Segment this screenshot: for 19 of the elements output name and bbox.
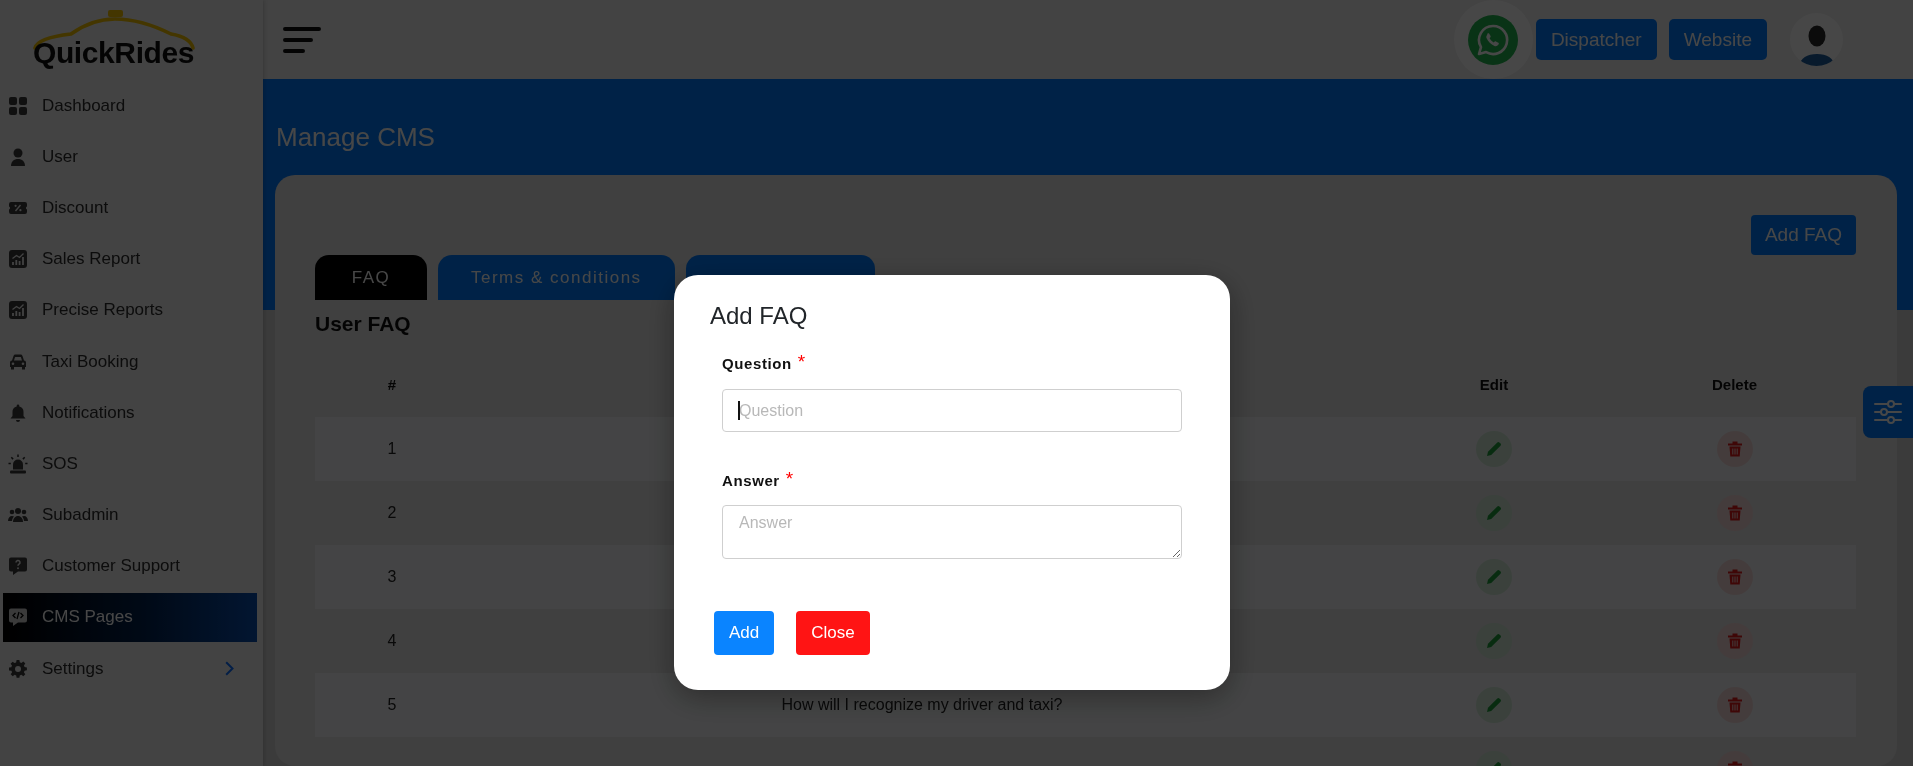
required-mark: *	[797, 352, 806, 371]
modal-title: Add FAQ	[710, 301, 808, 331]
field-label: Question	[722, 354, 792, 374]
field-label: Answer	[722, 471, 780, 491]
section-title: User FAQ	[315, 311, 411, 337]
close-button[interactable]: Close	[796, 611, 870, 655]
column-header: Edit	[1479, 376, 1509, 393]
table-cell: 5	[387, 696, 397, 714]
add-button[interactable]: Add	[714, 611, 775, 655]
table-cell: 1	[387, 440, 397, 458]
required-mark: *	[785, 469, 794, 488]
page-title: Manage CMS	[276, 124, 435, 150]
column-header: Delete	[1712, 376, 1757, 393]
column-header: #	[387, 376, 397, 393]
table-cell: 3	[387, 568, 397, 586]
question-field[interactable]: Question	[722, 389, 1182, 432]
table-cell: How will I recognize my driver and taxi?	[781, 696, 1063, 714]
logo-text: QuickRides	[33, 39, 195, 67]
answer-field[interactable]: Answer	[722, 505, 1182, 559]
